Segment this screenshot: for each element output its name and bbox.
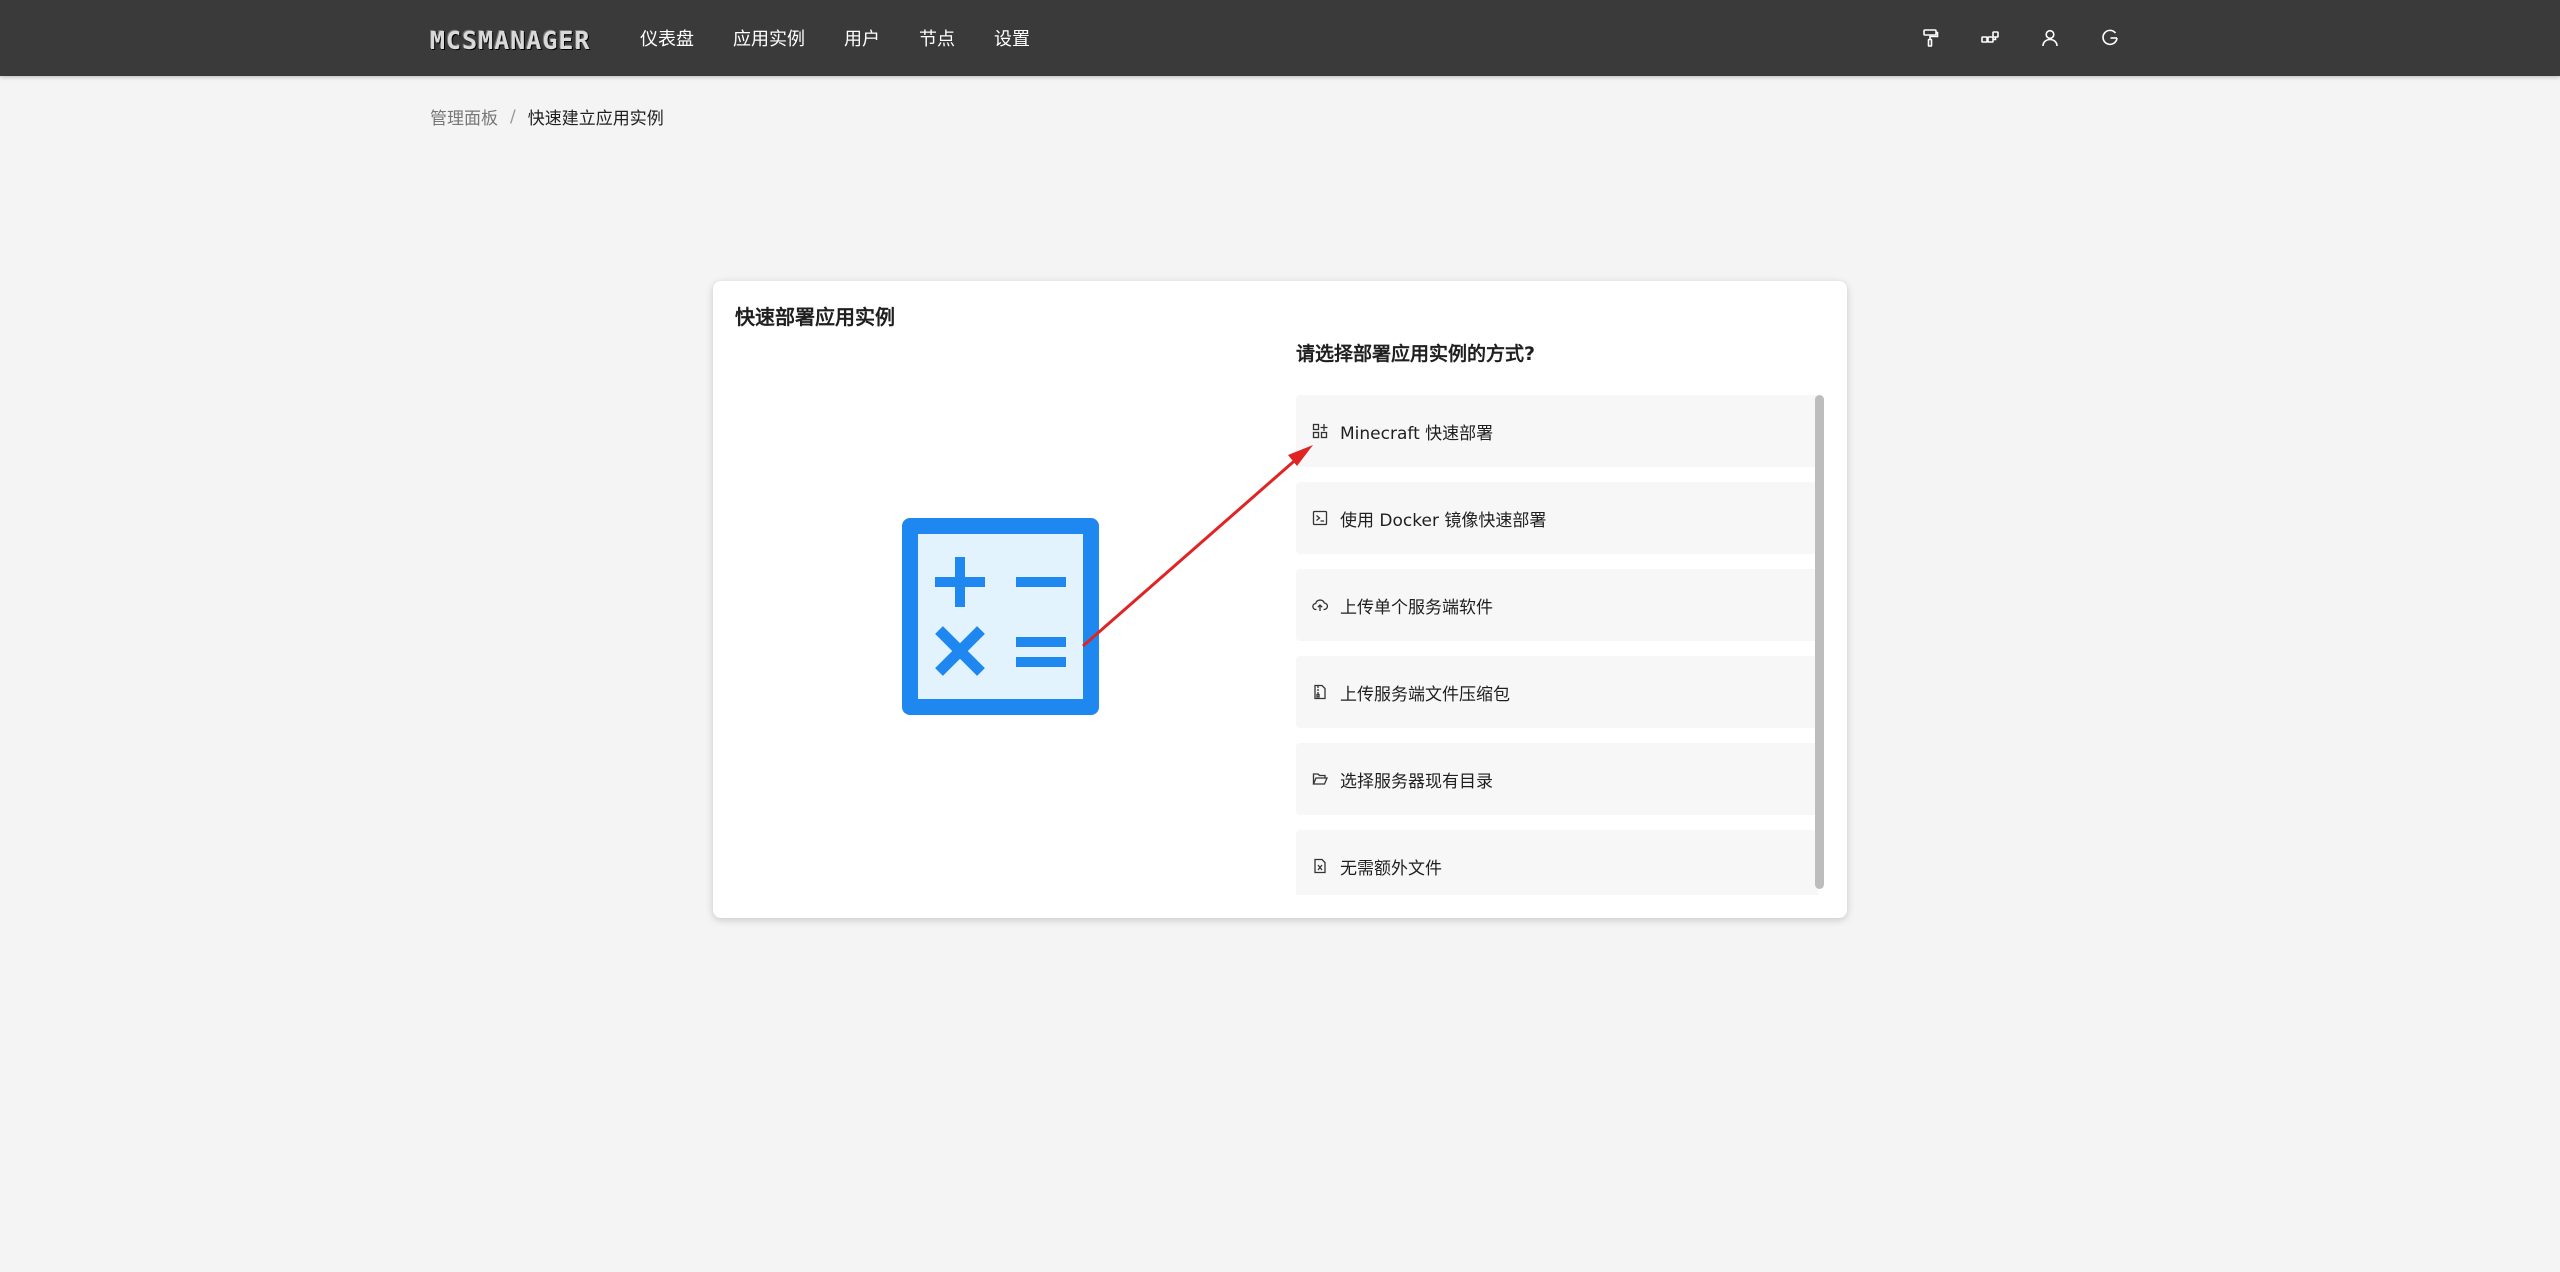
breadcrumb-panel-link[interactable]: 管理面板 xyxy=(430,104,498,129)
cloud-upload-icon xyxy=(1312,596,1330,614)
file-zip-icon xyxy=(1312,683,1330,701)
option-no-extra-files[interactable]: 无需额外文件 xyxy=(1296,830,1818,895)
app-grid-icon xyxy=(1312,422,1330,440)
breadcrumb-current: 快速建立应用实例 xyxy=(527,109,664,129)
user-icon[interactable] xyxy=(2020,18,2080,58)
top-actions xyxy=(1900,0,2140,76)
deploy-method-question: 请选择部署应用实例的方式? xyxy=(1296,343,1536,365)
nav-settings[interactable]: 设置 xyxy=(994,25,1030,51)
option-label: 选择服务器现有目录 xyxy=(1340,771,1493,792)
option-docker-deploy[interactable]: 使用 Docker 镜像快速部署 xyxy=(1296,482,1818,554)
mcsmanager-logo[interactable]: MCSMANAGER xyxy=(430,26,591,55)
nav-nodes[interactable]: 节点 xyxy=(919,25,955,51)
nav-users[interactable]: 用户 xyxy=(844,25,880,51)
folder-open-icon xyxy=(1312,770,1330,788)
option-upload-single-server[interactable]: 上传单个服务端软件 xyxy=(1296,569,1818,641)
option-upload-server-archive[interactable]: 上传服务端文件压缩包 xyxy=(1296,656,1818,728)
card-title: 快速部署应用实例 xyxy=(735,305,895,329)
breadcrumb-separator: / xyxy=(510,106,516,127)
option-label: 无需额外文件 xyxy=(1340,858,1442,879)
logout-icon[interactable] xyxy=(2080,18,2140,58)
option-minecraft-quick-deploy[interactable]: Minecraft 快速部署 xyxy=(1296,395,1818,467)
nav-instances[interactable]: 应用实例 xyxy=(733,25,805,51)
paint-roller-icon[interactable] xyxy=(1900,18,1960,58)
option-label: 上传单个服务端软件 xyxy=(1340,597,1493,618)
top-navbar: MCSMANAGER 仪表盘 应用实例 用户 节点 设置 xyxy=(0,0,2560,76)
main-nav: 仪表盘 应用实例 用户 节点 设置 xyxy=(640,0,1069,76)
option-label: 使用 Docker 镜像快速部署 xyxy=(1340,510,1547,531)
quick-deploy-card: 快速部署应用实例 请选择部署应用实例的方式? Minecraft 快速部署 使用… xyxy=(713,281,1847,918)
calculator-illustration-icon xyxy=(902,518,1099,715)
terminal-icon xyxy=(1312,509,1330,527)
deploy-options-list: Minecraft 快速部署 使用 Docker 镜像快速部署 上传单个服务端软… xyxy=(1296,395,1818,895)
nav-dashboard[interactable]: 仪表盘 xyxy=(640,25,694,51)
cluster-icon[interactable] xyxy=(1960,18,2020,58)
options-scrollbar[interactable] xyxy=(1815,395,1824,889)
option-label: Minecraft 快速部署 xyxy=(1340,423,1494,444)
breadcrumb: 管理面板 / 快速建立应用实例 xyxy=(430,104,664,130)
option-label: 上传服务端文件压缩包 xyxy=(1340,684,1510,705)
file-excel-icon xyxy=(1312,857,1330,875)
option-select-existing-dir[interactable]: 选择服务器现有目录 xyxy=(1296,743,1818,815)
